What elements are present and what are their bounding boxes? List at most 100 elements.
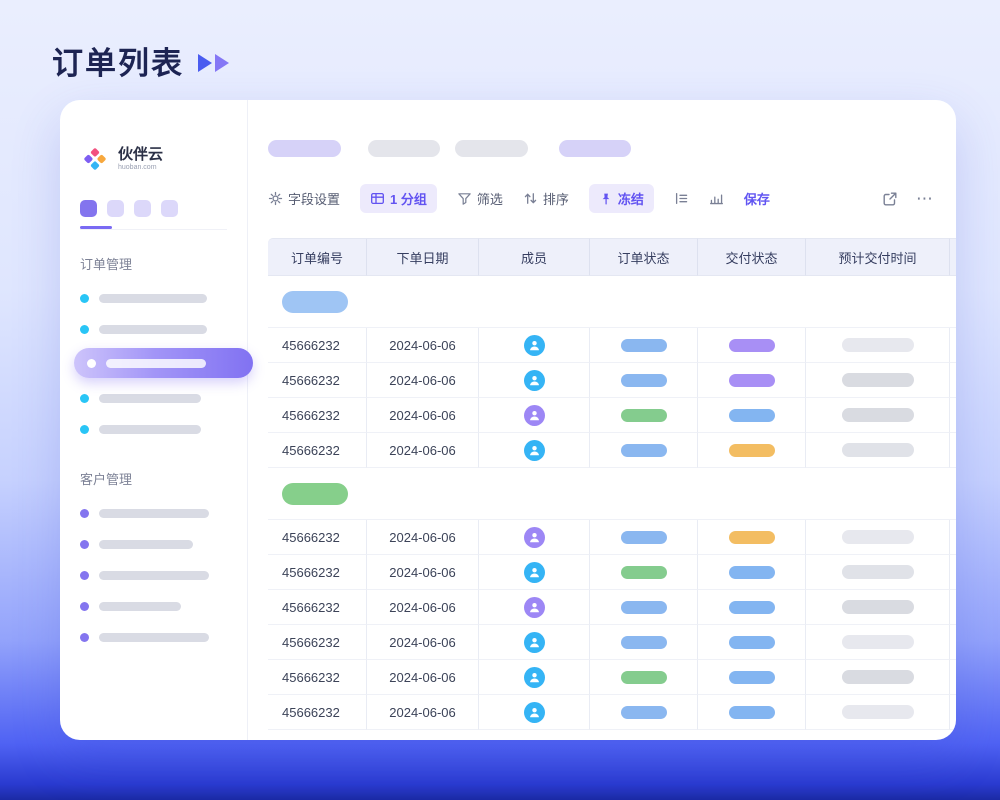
order-no-cell[interactable]: 45666232 bbox=[268, 363, 367, 398]
column-header-delivery-status[interactable]: 交付状态 bbox=[698, 238, 806, 276]
column-header-member[interactable]: 成员 bbox=[479, 238, 590, 276]
order-status-cell[interactable] bbox=[590, 328, 698, 363]
chart-button[interactable] bbox=[709, 191, 724, 206]
delivery-status-cell[interactable] bbox=[698, 520, 806, 555]
delivery-status-cell[interactable] bbox=[698, 328, 806, 363]
order-status-cell[interactable] bbox=[590, 398, 698, 433]
eta-cell[interactable] bbox=[806, 433, 950, 468]
member-cell[interactable] bbox=[479, 660, 590, 695]
table-row[interactable]: 456662322024-06-06 bbox=[268, 625, 956, 660]
sort-button[interactable]: 排序 bbox=[523, 189, 569, 208]
order-status-cell[interactable] bbox=[590, 520, 698, 555]
sidebar-item[interactable] bbox=[80, 498, 227, 529]
table-row[interactable]: 456662322024-06-06 bbox=[268, 398, 956, 433]
eta-cell[interactable] bbox=[806, 363, 950, 398]
sidebar-item[interactable] bbox=[80, 314, 227, 345]
column-header-order-no[interactable]: 订单编号 bbox=[268, 238, 367, 276]
member-cell[interactable] bbox=[479, 363, 590, 398]
order-status-cell[interactable] bbox=[590, 363, 698, 398]
sidebar-item[interactable] bbox=[80, 414, 227, 445]
logo[interactable]: 伙伴云 huoban.com bbox=[80, 144, 227, 174]
member-cell[interactable] bbox=[479, 555, 590, 590]
member-cell[interactable] bbox=[479, 625, 590, 660]
eta-cell[interactable] bbox=[806, 590, 950, 625]
order-date-cell[interactable]: 2024-06-06 bbox=[367, 433, 479, 468]
order-status-cell[interactable] bbox=[590, 695, 698, 730]
delivery-status-cell[interactable] bbox=[698, 363, 806, 398]
order-no-cell[interactable]: 45666232 bbox=[268, 555, 367, 590]
column-header-order-status[interactable]: 订单状态 bbox=[590, 238, 698, 276]
delivery-status-cell[interactable] bbox=[698, 625, 806, 660]
member-cell[interactable] bbox=[479, 398, 590, 433]
order-status-cell[interactable] bbox=[590, 555, 698, 590]
sidebar-item[interactable] bbox=[80, 622, 227, 653]
eta-cell[interactable] bbox=[806, 555, 950, 590]
save-button[interactable]: 保存 bbox=[744, 189, 770, 208]
order-no-cell[interactable]: 45666232 bbox=[268, 433, 367, 468]
order-no-cell[interactable]: 45666232 bbox=[268, 695, 367, 730]
member-cell[interactable] bbox=[479, 433, 590, 468]
delivery-status-cell[interactable] bbox=[698, 433, 806, 468]
eta-cell[interactable] bbox=[806, 695, 950, 730]
order-date-cell[interactable]: 2024-06-06 bbox=[367, 398, 479, 433]
table-row[interactable]: 456662322024-06-06 bbox=[268, 695, 956, 730]
order-date-cell[interactable]: 2024-06-06 bbox=[367, 625, 479, 660]
member-cell[interactable] bbox=[479, 590, 590, 625]
delivery-status-cell[interactable] bbox=[698, 590, 806, 625]
group-header-row[interactable] bbox=[268, 468, 956, 520]
member-cell[interactable] bbox=[479, 695, 590, 730]
order-date-cell[interactable]: 2024-06-06 bbox=[367, 660, 479, 695]
table-row[interactable]: 456662322024-06-06 bbox=[268, 590, 956, 625]
eta-cell[interactable] bbox=[806, 328, 950, 363]
more-button[interactable]: ⋯ bbox=[916, 194, 934, 204]
share-export-icon[interactable] bbox=[882, 191, 898, 207]
field-settings-button[interactable]: 字段设置 bbox=[268, 189, 340, 208]
table-row[interactable]: 456662322024-06-06 bbox=[268, 660, 956, 695]
order-no-cell[interactable]: 45666232 bbox=[268, 660, 367, 695]
column-header-eta[interactable]: 预计交付时间 bbox=[806, 238, 950, 276]
sidebar-item[interactable] bbox=[80, 591, 227, 622]
order-date-cell[interactable]: 2024-06-06 bbox=[367, 590, 479, 625]
order-no-cell[interactable]: 45666232 bbox=[268, 520, 367, 555]
workspace-tab-icon[interactable] bbox=[134, 200, 151, 217]
group-button[interactable]: 1 分组 bbox=[360, 184, 437, 213]
order-status-cell[interactable] bbox=[590, 625, 698, 660]
eta-cell[interactable] bbox=[806, 625, 950, 660]
order-no-cell[interactable]: 45666232 bbox=[268, 590, 367, 625]
delivery-status-cell[interactable] bbox=[698, 398, 806, 433]
eta-cell[interactable] bbox=[806, 398, 950, 433]
sidebar-item[interactable] bbox=[80, 383, 227, 414]
sidebar-item-active[interactable] bbox=[74, 348, 253, 378]
table-row[interactable]: 456662322024-06-06 bbox=[268, 328, 956, 363]
order-no-cell[interactable]: 45666232 bbox=[268, 398, 367, 433]
freeze-button[interactable]: 冻结 bbox=[589, 184, 654, 213]
order-date-cell[interactable]: 2024-06-06 bbox=[367, 555, 479, 590]
table-row[interactable]: 456662322024-06-06 bbox=[268, 555, 956, 590]
member-cell[interactable] bbox=[479, 328, 590, 363]
sidebar-item[interactable] bbox=[80, 283, 227, 314]
delivery-status-cell[interactable] bbox=[698, 660, 806, 695]
eta-cell[interactable] bbox=[806, 660, 950, 695]
sidebar-item[interactable] bbox=[80, 560, 227, 591]
eta-cell[interactable] bbox=[806, 520, 950, 555]
order-no-cell[interactable]: 45666232 bbox=[268, 625, 367, 660]
workspace-tab-icon[interactable] bbox=[107, 200, 124, 217]
filter-button[interactable]: 筛选 bbox=[457, 189, 503, 208]
workspace-tab-icon[interactable] bbox=[161, 200, 178, 217]
order-status-cell[interactable] bbox=[590, 433, 698, 468]
order-status-cell[interactable] bbox=[590, 660, 698, 695]
table-row[interactable]: 456662322024-06-06 bbox=[268, 520, 956, 555]
order-no-cell[interactable]: 45666232 bbox=[268, 328, 367, 363]
column-header-date[interactable]: 下单日期 bbox=[367, 238, 479, 276]
order-date-cell[interactable]: 2024-06-06 bbox=[367, 520, 479, 555]
sidebar-item[interactable] bbox=[80, 529, 227, 560]
order-status-cell[interactable] bbox=[590, 590, 698, 625]
delivery-status-cell[interactable] bbox=[698, 695, 806, 730]
delivery-status-cell[interactable] bbox=[698, 555, 806, 590]
table-row[interactable]: 456662322024-06-06 bbox=[268, 433, 956, 468]
row-height-button[interactable] bbox=[674, 191, 689, 206]
order-date-cell[interactable]: 2024-06-06 bbox=[367, 695, 479, 730]
member-cell[interactable] bbox=[479, 520, 590, 555]
order-date-cell[interactable]: 2024-06-06 bbox=[367, 328, 479, 363]
order-date-cell[interactable]: 2024-06-06 bbox=[367, 363, 479, 398]
